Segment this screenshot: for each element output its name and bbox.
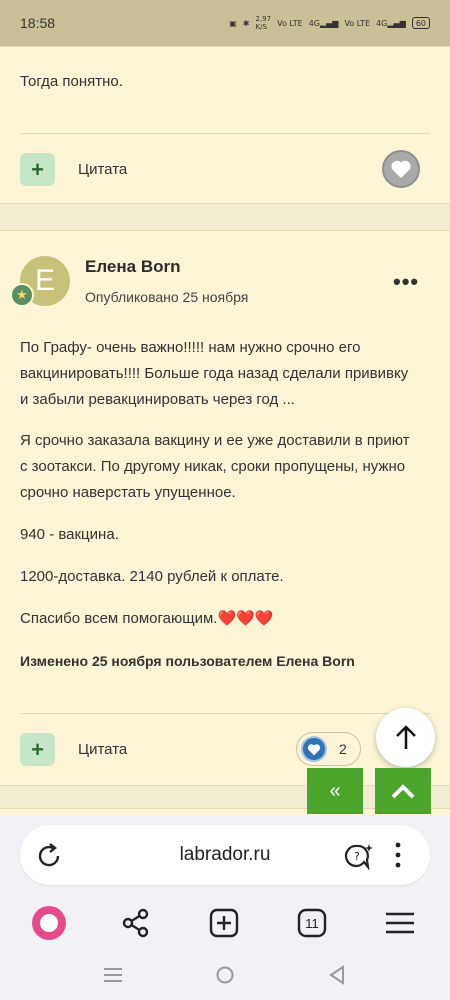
tab-count: 11 [305, 915, 319, 931]
battery-icon: 60 [411, 17, 430, 29]
alice-icon [32, 906, 66, 940]
recents-icon [104, 968, 122, 982]
nfc-icon: ▣ [229, 18, 237, 28]
quote-button[interactable]: Цитата [78, 741, 127, 758]
status-icons: ▣ ✱ 2,97 K/S Vo LTE 4G▂▄▆ Vo LTE 4G▂▄▆ 60 [229, 15, 430, 31]
back-button[interactable] [322, 960, 352, 990]
reaction-count: 2 [339, 741, 347, 757]
reaction-pill[interactable]: 2 [296, 732, 361, 766]
address-bar[interactable]: labrador.ru ? [20, 825, 430, 885]
heart-icon [391, 160, 411, 179]
sim1-label: Vo LTE [277, 18, 303, 28]
chevron-up-icon [391, 784, 415, 799]
alice-assistant-button[interactable] [29, 903, 69, 943]
more-options-icon[interactable]: ••• [393, 269, 419, 295]
multiquote-button[interactable]: + [20, 153, 55, 186]
browser-tabbar: 11 [0, 903, 450, 943]
scroll-to-top-button[interactable] [376, 708, 435, 767]
post-paragraph: Спасибо всем помогающим.❤️❤️❤️ [20, 610, 274, 627]
post-paragraph: По Графу- очень важно!!!!! нам нужно сро… [20, 339, 409, 408]
previous-page-button[interactable]: « [307, 768, 363, 814]
svg-text:?: ? [354, 850, 360, 863]
network-speed: 2,97 K/S [255, 15, 272, 31]
divider [20, 133, 430, 134]
published-date: Опубликовано 25 ноября [85, 289, 249, 305]
status-bar: 18:58 ▣ ✱ 2,97 K/S Vo LTE 4G▂▄▆ Vo LTE 4G… [0, 0, 450, 46]
multiquote-button[interactable]: + [20, 733, 55, 766]
heart-icon [301, 736, 327, 762]
signal2-icon: 4G▂▄▆ [376, 18, 406, 28]
ai-assistant-icon[interactable]: ? [344, 842, 374, 870]
plus-square-icon [209, 908, 239, 938]
bluetooth-icon: ✱ [242, 18, 250, 28]
recent-apps-button[interactable] [98, 960, 128, 990]
share-icon [122, 908, 149, 938]
post-paragraph: Я срочно заказала вакцину и ее уже доста… [20, 432, 410, 501]
sim2-label: Vo LTE [344, 18, 371, 28]
home-circle-icon [216, 966, 234, 984]
back-triangle-icon [329, 965, 344, 985]
page-up-button[interactable] [375, 768, 431, 814]
new-tab-button[interactable] [204, 903, 244, 943]
post-card: Тогда понятно. + Цитата [0, 46, 450, 204]
post-paragraph: 1200-доставка. 2140 рублей к оплате. [20, 568, 284, 585]
edited-note: Изменено 25 ноября пользователем Елена B… [20, 653, 355, 669]
home-button[interactable] [210, 960, 240, 990]
hamburger-icon [386, 912, 414, 934]
reload-icon[interactable] [36, 843, 64, 869]
status-time: 18:58 [20, 15, 56, 31]
share-button[interactable] [116, 903, 156, 943]
browser-menu-button[interactable] [380, 903, 420, 943]
signal1-icon: 4G▂▄▆ [308, 18, 339, 28]
author-name[interactable]: Елена Born [85, 257, 180, 277]
double-chevron-left-icon: « [329, 779, 341, 802]
post-text: Тогда понятно. [20, 73, 123, 90]
quote-button[interactable]: Цитата [78, 161, 127, 178]
arrow-up-icon [395, 724, 416, 749]
browser-toolbar: labrador.ru ? 11 [0, 815, 450, 1000]
like-button[interactable] [382, 150, 420, 188]
post-card: E ★ Елена Born Опубликовано 25 ноября ••… [0, 230, 450, 786]
divider [20, 713, 430, 714]
more-menu-icon[interactable] [392, 841, 404, 869]
tabs-button[interactable]: 11 [292, 903, 332, 943]
system-navigation [0, 960, 450, 990]
rank-star-icon: ★ [10, 283, 34, 307]
post-paragraph: 940 - вакцина. [20, 526, 119, 543]
